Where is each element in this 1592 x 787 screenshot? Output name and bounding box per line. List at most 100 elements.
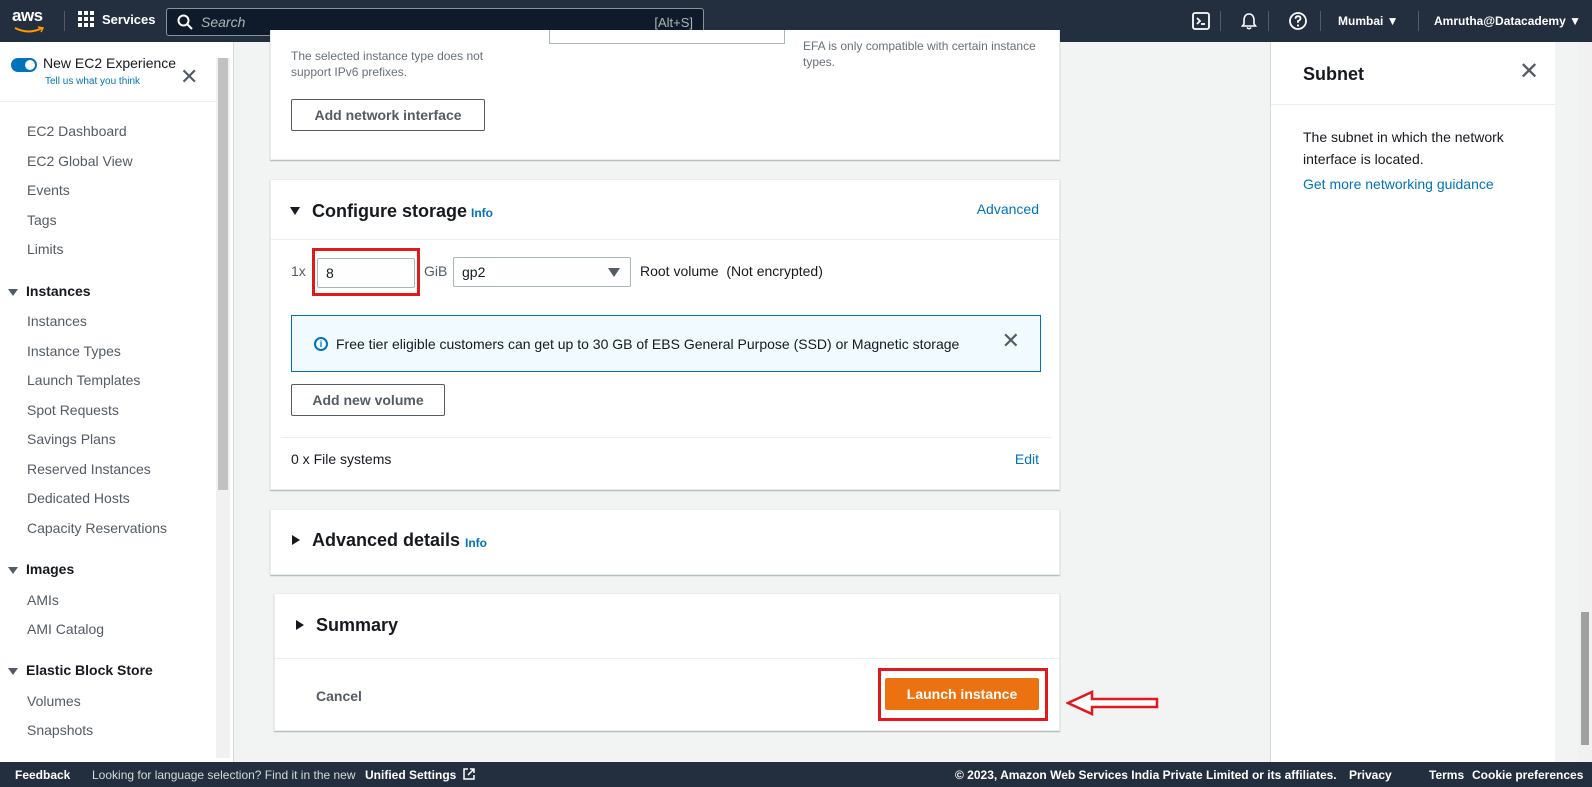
sidebar-divider <box>0 101 216 102</box>
nav-divider <box>1320 11 1321 31</box>
sidebar-section-elastic-block-store[interactable]: Elastic Block Store <box>8 662 153 678</box>
sidebar-item-events[interactable]: Events <box>27 182 70 198</box>
nav-divider <box>1220 11 1221 31</box>
search-placeholder: Search <box>201 14 246 30</box>
efa-note: EFA is only compatible with certain inst… <box>803 39 1036 69</box>
advanced-details-title: Advanced details <box>312 530 461 550</box>
sidebar-item-ec2-dashboard[interactable]: EC2 Dashboard <box>27 123 127 139</box>
storage-title: Configure storage <box>312 201 468 221</box>
size-unit: GiB <box>424 263 448 279</box>
configure-storage-panel: Configure storage Info Advanced 1x 8 GiB… <box>270 179 1060 490</box>
sidebar-item-instances[interactable]: Instances <box>27 313 87 329</box>
divider <box>281 437 1051 438</box>
summary-header[interactable]: Summary <box>275 594 1059 659</box>
volume-type-select[interactable]: gp2 <box>453 257 631 287</box>
search-icon <box>177 14 193 30</box>
cloudshell-icon[interactable] <box>1191 11 1211 31</box>
summary-panel: Summary Cancel Launch instance <box>274 593 1060 731</box>
terms-link[interactable]: Terms <box>1429 768 1464 782</box>
help-icon[interactable] <box>1288 11 1308 31</box>
expand-caret-icon[interactable] <box>292 535 300 545</box>
bell-icon[interactable] <box>1239 11 1259 31</box>
network-field[interactable] <box>549 30 785 44</box>
nav-divider <box>1418 11 1419 31</box>
sidebar-item-dedicated-hosts[interactable]: Dedicated Hosts <box>27 490 130 506</box>
sidebar-section-images[interactable]: Images <box>8 561 74 577</box>
region-selector[interactable]: Mumbai ▼ <box>1338 14 1399 28</box>
highlight-box <box>878 668 1048 721</box>
sidebar-item-tags[interactable]: Tags <box>27 212 57 228</box>
help-panel: Subnet ✕ The subnet in which the network… <box>1270 42 1555 762</box>
volume-count: 1x <box>291 263 306 279</box>
sidebar-item-reserved-instances[interactable]: Reserved Instances <box>27 461 151 477</box>
sidebar-item-volumes[interactable]: Volumes <box>27 693 81 709</box>
footer: Feedback Looking for language selection?… <box>0 762 1592 787</box>
sidebar-item-ec2-global-view[interactable]: EC2 Global View <box>27 153 133 169</box>
section-title: Elastic Block Store <box>26 662 153 678</box>
sidebar-item-spot-requests[interactable]: Spot Requests <box>27 402 119 418</box>
nav-divider <box>64 11 65 31</box>
help-title: Subnet <box>1303 64 1364 84</box>
sidebar-item-instance-types[interactable]: Instance Types <box>27 343 121 359</box>
sidebar: New EC2 Experience Tell us what you thin… <box>0 42 234 762</box>
cancel-button[interactable]: Cancel <box>316 688 362 704</box>
collapse-caret-icon[interactable] <box>290 207 300 215</box>
unified-settings-link[interactable]: Unified Settings <box>365 768 475 782</box>
sidebar-item-capacity-reservations[interactable]: Capacity Reservations <box>27 520 167 536</box>
privacy-link[interactable]: Privacy <box>1349 768 1392 782</box>
search-shortcut: [Alt+S] <box>654 14 693 30</box>
dropdown-arrow-icon <box>608 268 620 277</box>
scrollbar-thumb[interactable] <box>1581 612 1589 745</box>
root-volume-label: Root volume (Not encrypted) <box>640 263 823 279</box>
account-menu[interactable]: Amrutha@Datacademy ▼ <box>1434 14 1581 28</box>
free-tier-alert: i Free tier eligible customers can get u… <box>291 315 1041 372</box>
close-help-icon[interactable]: ✕ <box>1519 60 1539 84</box>
sidebar-item-snapshots[interactable]: Snapshots <box>27 722 93 738</box>
storage-info-link[interactable]: Info <box>471 206 493 220</box>
sidebar-item-savings-plans[interactable]: Savings Plans <box>27 431 116 447</box>
ipv6-note: The selected instance type does not supp… <box>291 49 484 79</box>
sidebar-item-amis[interactable]: AMIs <box>27 592 59 608</box>
services-menu[interactable]: Services <box>78 11 156 27</box>
advanced-details-panel[interactable]: Advanced details Info <box>270 509 1060 575</box>
sidebar-item-launch-templates[interactable]: Launch Templates <box>27 372 140 388</box>
section-title: Instances <box>26 283 91 299</box>
external-link-icon <box>462 768 475 780</box>
unified-settings-label: Unified Settings <box>365 768 457 782</box>
services-label: Services <box>102 11 156 27</box>
dismiss-alert-icon[interactable]: ✕ <box>1002 330 1020 352</box>
feedback-link[interactable]: Tell us what you think <box>45 76 140 87</box>
sidebar-item-limits[interactable]: Limits <box>27 241 64 257</box>
arrow-annotation-icon <box>1066 690 1159 716</box>
grid-icon <box>78 11 94 27</box>
summary-title: Summary <box>316 615 399 635</box>
caret-down-icon <box>8 566 18 574</box>
feedback-link[interactable]: Feedback <box>15 768 70 782</box>
caret-down-icon <box>8 667 18 675</box>
highlight-box <box>312 248 420 296</box>
networking-guidance-link[interactable]: Get more networking guidance <box>1303 176 1494 192</box>
volume-type-value: gp2 <box>462 264 486 280</box>
help-body: The subnet in which the network interfac… <box>1303 129 1504 167</box>
add-new-volume-button[interactable]: Add new volume <box>291 384 445 416</box>
close-sidebar-icon[interactable]: ✕ <box>180 66 198 88</box>
sidebar-scrollbar[interactable] <box>216 58 230 758</box>
sidebar-section-instances[interactable]: Instances <box>8 283 91 299</box>
sidebar-item-ami-catalog[interactable]: AMI Catalog <box>27 621 104 637</box>
nav-divider <box>1268 11 1269 31</box>
expand-caret-icon[interactable] <box>296 620 304 630</box>
aws-logo[interactable]: aws <box>12 6 48 36</box>
network-settings-panel: The selected instance type does not supp… <box>270 30 1060 160</box>
page-scrollbar[interactable] <box>1578 42 1592 762</box>
alert-text: Free tier eligible customers can get up … <box>336 336 960 352</box>
scrollbar-thumb[interactable] <box>218 58 228 490</box>
advanced-link[interactable]: Advanced <box>977 201 1039 217</box>
edit-file-systems-link[interactable]: Edit <box>1015 451 1039 467</box>
file-systems-label: 0 x File systems <box>291 451 392 467</box>
experience-toggle-switch[interactable] <box>11 58 37 72</box>
add-network-interface-button[interactable]: Add network interface <box>291 99 485 131</box>
cookie-preferences-link[interactable]: Cookie preferences <box>1472 768 1583 782</box>
advanced-info-link[interactable]: Info <box>465 536 487 550</box>
help-divider <box>1271 104 1555 105</box>
language-note: Looking for language selection? Find it … <box>92 768 356 782</box>
